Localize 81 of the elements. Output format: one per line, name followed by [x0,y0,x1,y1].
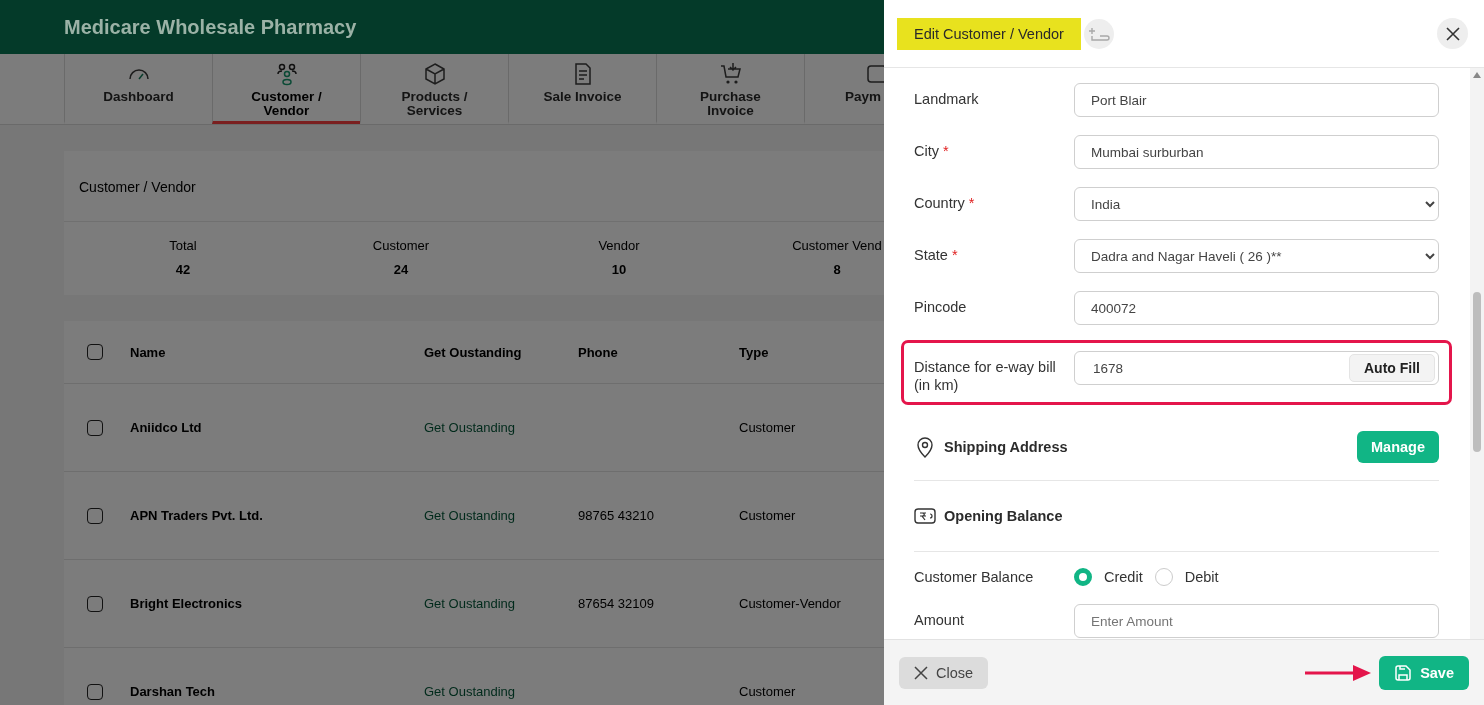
close-drawer-button[interactable] [1437,18,1468,49]
required-mark: * [943,143,949,159]
wallet-icon [914,505,936,527]
table-cell: Customer-Vendor [739,596,841,611]
location-pin-icon [914,436,936,458]
stat-value: 8 [833,262,841,277]
column-header: Phone [578,344,618,360]
table-cell: 87654 32109 [578,596,654,611]
required-mark: * [951,247,958,263]
table-cell: Darshan Tech [130,684,215,699]
select-field[interactable]: Dadra and Nagar Haveli ( 26 )** [1074,239,1439,273]
text-field[interactable]: 400072 [1074,291,1439,325]
stat-value: 42 [175,262,191,277]
auto-fill-button[interactable]: Auto Fill [1349,354,1435,382]
drawer-title: Edit Customer / Vendor [897,17,1081,50]
checkbox[interactable] [87,683,103,700]
outstanding-link[interactable]: Get Oustanding [424,420,516,435]
close-button[interactable]: Close [899,656,989,689]
nav-tab[interactable]: Sale Invoice [508,54,656,124]
amount-field[interactable]: Enter Amount [1074,604,1439,638]
required-mark: * [968,195,975,211]
scrollbar[interactable] [1470,68,1484,639]
checkbox[interactable] [87,595,103,612]
stat-label: Total [169,238,197,253]
field-label: Customer Balance [914,568,1035,586]
checkbox[interactable] [87,419,103,436]
checkbox[interactable] [87,344,103,360]
radio-option[interactable]: Debit [1154,568,1219,586]
column-header: Type [739,344,769,360]
nav-tab[interactable]: Dashboard [64,54,212,124]
close-icon [1445,26,1460,41]
nav-tab[interactable]: Purchase Invoice [656,54,804,124]
column-header: Name [130,344,166,360]
scroll-up-icon[interactable] [1473,72,1481,78]
field-label: City [914,143,939,159]
table-cell: Customer [739,684,796,699]
manage-button[interactable]: Manage [1357,431,1439,463]
card-title: Customer / Vendor [78,178,197,197]
close-icon [914,665,928,680]
section-title: Opening Balance [944,508,1063,524]
radio-dot[interactable] [1074,568,1092,586]
field-label: Amount [914,611,965,629]
table-cell: 98765 43210 [578,508,654,523]
stat-label: Customer [372,238,430,253]
stat-value: 10 [611,262,627,277]
stat-value: 24 [393,262,409,277]
table-cell: Bright Electronics [130,596,242,611]
tray-plus-icon [1087,25,1110,42]
scrollbar-thumb[interactable] [1473,292,1481,452]
radio-dot[interactable] [1154,568,1173,586]
stat-label: Customer Vend [792,238,882,253]
field-label: Distance for e-way bill (in km) [914,359,1056,393]
nav-tab[interactable]: Customer / Vendor [212,54,360,124]
card-icon [865,62,884,86]
table-cell: Customer [739,508,796,523]
table-cell: Aniidco Ltd [130,420,202,435]
column-header: Get Oustanding [424,344,522,360]
people-icon [274,62,299,86]
select-field[interactable]: India [1074,187,1439,221]
field-label: State [914,247,948,263]
outstanding-link[interactable]: Get Oustanding [424,596,516,611]
cart-icon [718,62,743,86]
field-label: Country [914,195,965,211]
text-field[interactable]: Mumbai surburban [1074,135,1439,169]
field-label: Pincode [914,299,967,315]
pointer-arrow [1305,663,1372,682]
outstanding-link[interactable]: Get Oustanding [424,684,516,699]
table-cell: Customer [739,420,796,435]
table-cell: APN Traders Pvt. Ltd. [130,508,263,523]
outstanding-link[interactable]: Get Oustanding [424,508,516,523]
section-title: Shipping Address [944,439,1068,455]
stat-label: Vendor [598,238,640,253]
app-title: Medicare Wholesale Pharmacy [64,15,357,39]
nav-tab[interactable]: Products / Services [360,54,508,124]
text-field[interactable]: Port Blair [1074,83,1439,117]
save-button[interactable]: Save [1379,655,1469,690]
radio-option[interactable]: Credit [1074,568,1143,586]
distance-field[interactable]: 1678 Auto Fill [1074,351,1439,385]
checkbox[interactable] [87,507,103,524]
field-label: Landmark [914,91,979,107]
box-icon [422,62,447,86]
